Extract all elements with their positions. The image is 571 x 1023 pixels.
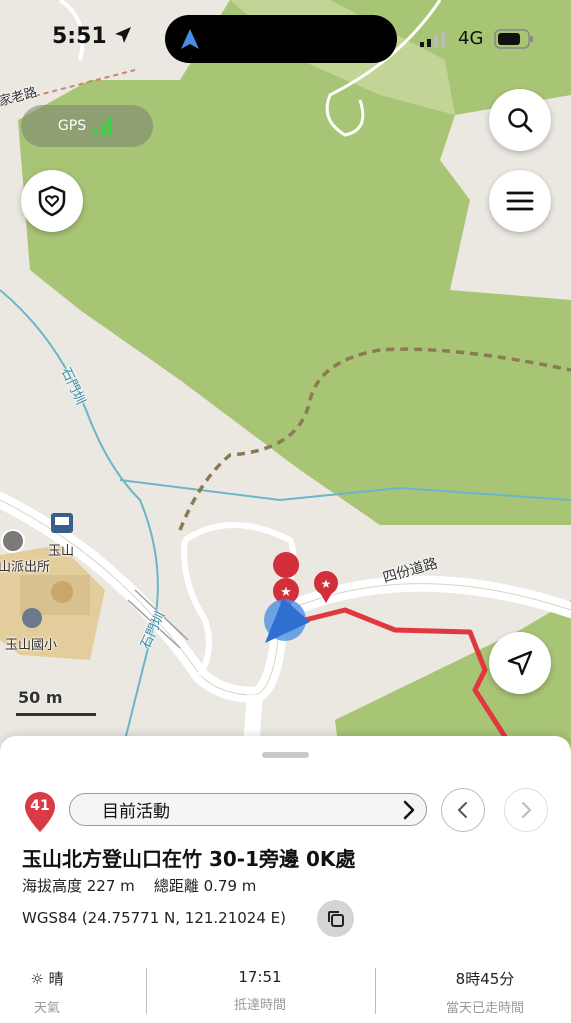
place-detail-sheet[interactable]: 41 目前活動 玉山北方登山口在竹 30-1旁邊 0K處 海拔高度 227 m … xyxy=(0,736,571,1023)
scale-bar xyxy=(16,713,96,716)
chevron-right-icon xyxy=(403,800,415,819)
arrival-time-value: 17:51 xyxy=(238,968,282,986)
gps-indicator: GPS xyxy=(21,105,153,147)
svg-text:★: ★ xyxy=(280,585,292,600)
elapsed-time-label: 當天已走時間 xyxy=(445,1001,524,1016)
status-time: 5:51 xyxy=(52,24,132,49)
elapsed-time-info: 8時45分 當天已走時間 xyxy=(410,968,560,1016)
place-stats: 海拔高度 227 m 總距離 0.79 m xyxy=(22,877,257,895)
search-button[interactable] xyxy=(489,89,551,151)
locate-button[interactable] xyxy=(489,632,551,694)
place-title: 玉山北方登山口在竹 30-1旁邊 0K處 xyxy=(22,847,356,871)
svg-text:★: ★ xyxy=(321,577,332,591)
arrival-time-info: 17:51 抵達時間 xyxy=(165,968,355,1013)
weather-info: ☼ 晴 天氣 xyxy=(0,968,142,1016)
current-activity-button[interactable]: 目前活動 xyxy=(69,793,427,826)
map-label-police: 山派出所 xyxy=(0,560,51,575)
search-icon xyxy=(508,108,533,133)
weather-value: 晴 xyxy=(48,970,64,988)
previous-button[interactable] xyxy=(441,788,485,832)
sun-icon: ☼ xyxy=(30,970,44,988)
current-activity-label: 目前活動 xyxy=(102,802,170,822)
pin-badge-number: 41 xyxy=(30,798,50,814)
chevron-right-icon xyxy=(522,802,532,818)
divider xyxy=(146,968,147,1014)
arrival-time-label: 抵達時間 xyxy=(233,998,286,1013)
signal-icon xyxy=(420,31,445,47)
navigation-icon xyxy=(181,29,199,49)
copy-icon xyxy=(327,910,344,927)
place-coordinates: WGS84 (24.75771 N, 121.21024 E) xyxy=(22,909,286,927)
location-arrow-icon xyxy=(115,27,132,43)
hamburger-menu-icon xyxy=(506,191,534,211)
map-label-bus-stop: 玉山 xyxy=(48,544,75,559)
sheet-drag-handle[interactable] xyxy=(262,752,309,758)
battery-icon xyxy=(494,29,533,49)
shield-heart-icon xyxy=(38,185,66,217)
next-button[interactable] xyxy=(504,788,548,832)
menu-button[interactable] xyxy=(489,170,551,232)
map-label-school: 玉山國小 xyxy=(5,638,58,653)
divider xyxy=(375,968,376,1014)
copy-coordinates-button[interactable] xyxy=(317,900,354,937)
navigation-arrow-icon xyxy=(507,650,533,676)
weather-label: 天氣 xyxy=(33,1001,60,1016)
gps-signal-icon xyxy=(94,118,113,136)
safety-button[interactable] xyxy=(21,170,83,232)
carrier-label: 4G xyxy=(458,28,484,49)
elapsed-time-value: 8時45分 xyxy=(455,970,515,988)
chevron-left-icon xyxy=(457,802,467,818)
scale-label: 50 m xyxy=(18,688,63,707)
dynamic-island xyxy=(165,15,397,63)
